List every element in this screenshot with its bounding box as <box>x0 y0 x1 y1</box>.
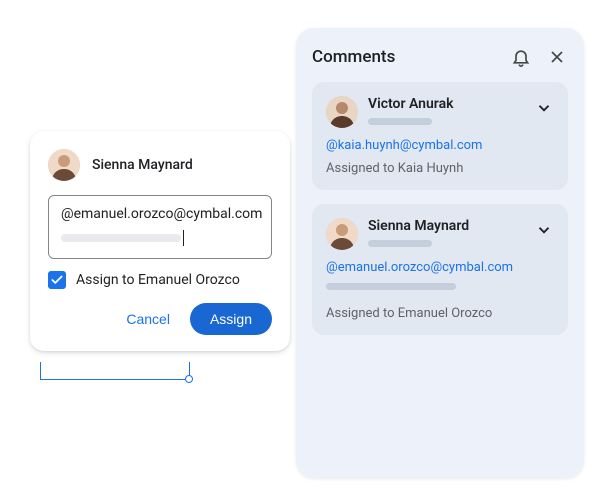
panel-header: Comments <box>312 46 568 68</box>
comment-meta-bar <box>368 118 432 125</box>
assigned-to-text: Assigned to Emanuel Orozco <box>326 306 554 321</box>
comment-author-name: Victor Anurak <box>368 96 454 112</box>
assign-checkbox[interactable] <box>48 271 66 289</box>
comment-meta-bar <box>368 240 432 247</box>
avatar <box>48 149 80 181</box>
comment-author-name: Sienna Maynard <box>368 218 469 234</box>
placeholder-bar <box>61 234 181 242</box>
text-caret <box>183 230 184 246</box>
mention-line[interactable]: @kaia.huynh@cymbal.com <box>326 138 554 153</box>
comment-head: Victor Anurak <box>326 96 554 128</box>
mention-address: kaia.huynh@cymbal.com <box>338 138 483 153</box>
assign-checkbox-label: Assign to Emanuel Orozco <box>76 272 240 288</box>
selection-anchor <box>40 362 190 380</box>
comments-panel: Comments Victor Anurak @kaia.huynh@c <box>296 28 584 478</box>
comment-card: Sienna Maynard @emanuel.orozco@cymbal.co… <box>312 204 568 335</box>
comment-author-block: Sienna Maynard <box>368 218 469 247</box>
avatar <box>326 96 358 128</box>
comment-input-text: @emanuel.orozco@cymbal.com <box>61 206 259 222</box>
panel-header-icons <box>510 46 568 68</box>
bell-icon[interactable] <box>510 46 532 68</box>
mention-line[interactable]: @emanuel.orozco@cymbal.com <box>326 260 554 275</box>
assign-dialog: Sienna Maynard @emanuel.orozco@cymbal.co… <box>30 131 290 351</box>
avatar <box>326 218 358 250</box>
cancel-button[interactable]: Cancel <box>114 303 182 335</box>
comment-card: Victor Anurak @kaia.huynh@cymbal.com Ass… <box>312 82 568 190</box>
dialog-buttons: Cancel Assign <box>48 303 272 335</box>
dialog-author: Sienna Maynard <box>48 149 272 181</box>
comment-body-bar <box>326 283 456 290</box>
comment-input[interactable]: @emanuel.orozco@cymbal.com <box>48 195 272 259</box>
comment-author-block: Victor Anurak <box>368 96 454 125</box>
mention-address: emanuel.orozco@cymbal.com <box>338 260 513 275</box>
chevron-down-icon[interactable] <box>534 98 554 118</box>
close-icon[interactable] <box>546 46 568 68</box>
anchor-handle[interactable] <box>185 375 193 383</box>
check-icon <box>50 273 64 287</box>
panel-title: Comments <box>312 47 395 67</box>
mention-at: @ <box>326 138 338 153</box>
assign-button[interactable]: Assign <box>190 303 272 335</box>
assigned-to-text: Assigned to Kaia Huynh <box>326 161 554 176</box>
comment-input-line2 <box>61 230 259 246</box>
assign-checkbox-row[interactable]: Assign to Emanuel Orozco <box>48 271 272 289</box>
dialog-author-name: Sienna Maynard <box>92 157 193 173</box>
comment-head: Sienna Maynard <box>326 218 554 250</box>
chevron-down-icon[interactable] <box>534 220 554 240</box>
mention-at: @ <box>326 260 338 275</box>
